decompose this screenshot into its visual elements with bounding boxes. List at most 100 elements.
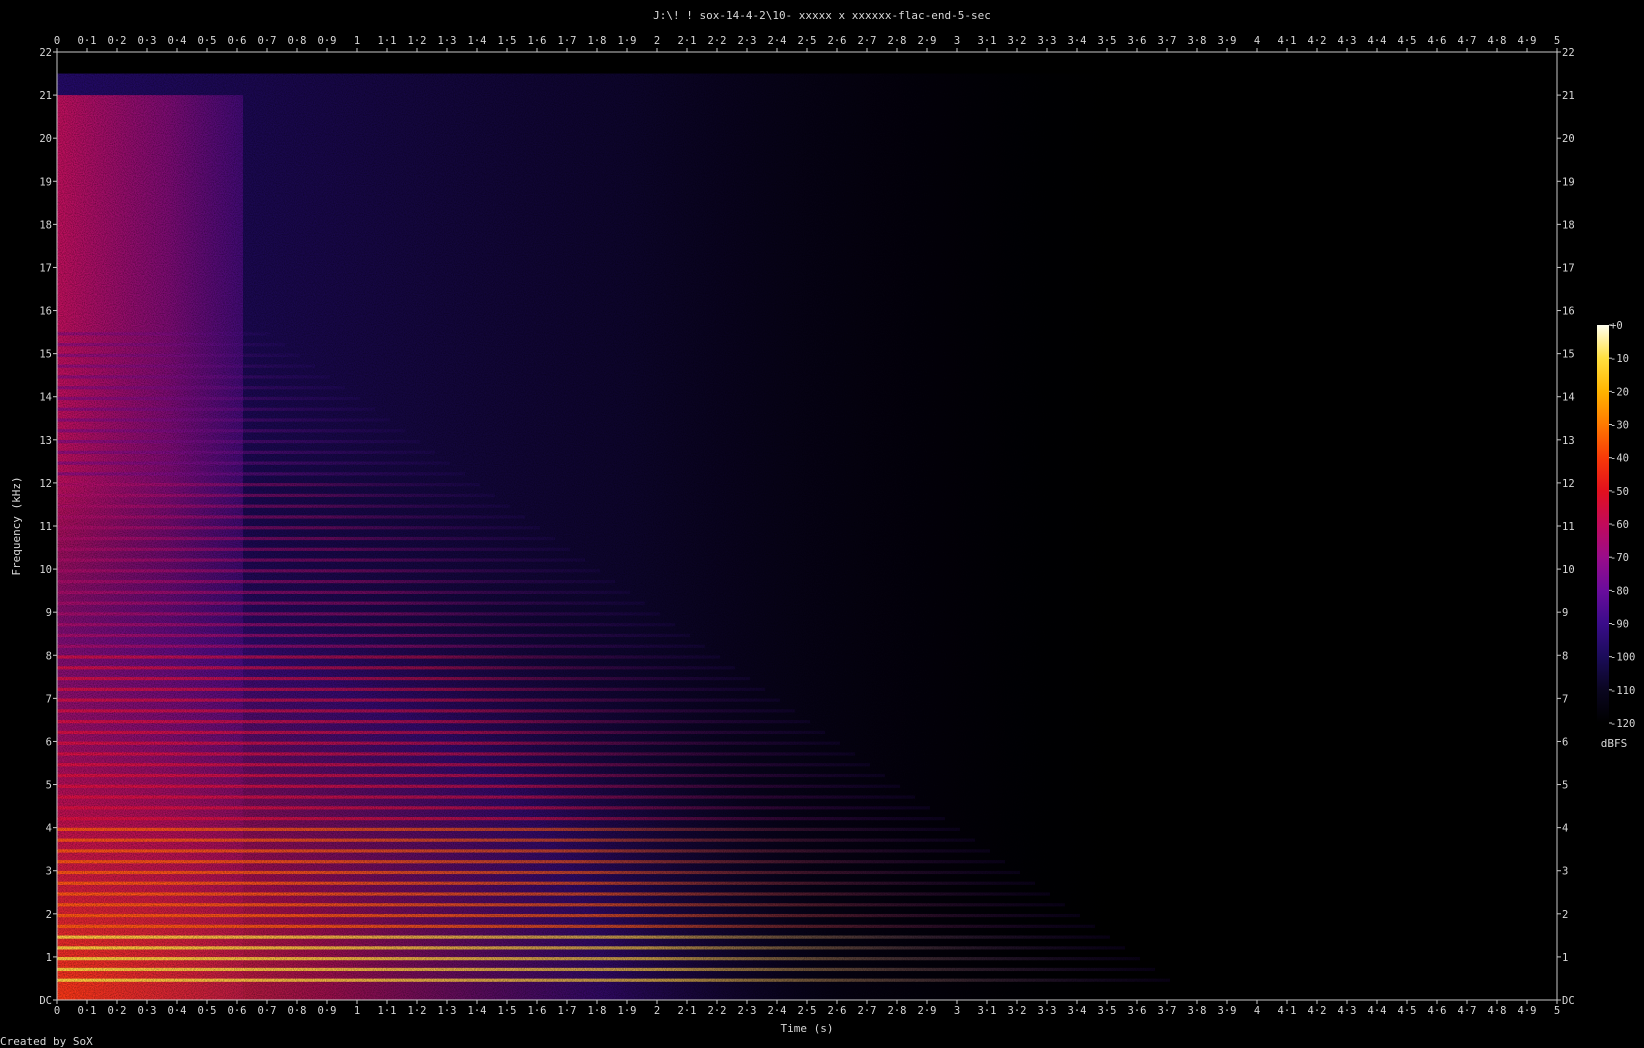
x-tick-label-top: 4·6 [1428, 35, 1447, 47]
x-tick-label-bottom: 1·8 [588, 1005, 607, 1017]
y-tick-label-left: 20 [39, 133, 52, 145]
x-tick-label-top: 0·6 [228, 35, 247, 47]
colorbar-tick-label: -60 [1610, 519, 1629, 531]
x-tick-label-top: 1·4 [468, 35, 487, 47]
x-tick-label-bottom: 4·8 [1488, 1005, 1507, 1017]
x-tick-label-top: 0 [54, 35, 60, 47]
x-tick-label-bottom: 4·2 [1308, 1005, 1327, 1017]
y-tick-label-right: 21 [1562, 90, 1575, 102]
x-tick-label-top: 3·2 [1008, 35, 1027, 47]
x-tick-label-top: 1·3 [438, 35, 457, 47]
x-tick-label-top: 4·7 [1458, 35, 1477, 47]
y-tick-label-left: 4 [46, 823, 52, 835]
colorbar-tick-label: -100 [1610, 652, 1635, 664]
x-tick-label-top: 3·3 [1038, 35, 1057, 47]
x-tick-label-top: 3·1 [978, 35, 997, 47]
x-tick-label-top: 3·8 [1188, 35, 1207, 47]
colorbar-tick-label: -80 [1610, 585, 1629, 597]
x-tick-label-top: 4·9 [1518, 35, 1537, 47]
x-tick-label-bottom: 2·9 [918, 1005, 937, 1017]
x-tick-label-bottom: 1·7 [558, 1005, 577, 1017]
x-tick-label-top: 2·3 [738, 35, 757, 47]
x-tick-label-top: 3·5 [1098, 35, 1117, 47]
y-tick-label-right: 9 [1562, 607, 1568, 619]
x-tick-label-bottom: 3·9 [1218, 1005, 1237, 1017]
x-tick-label-bottom: 4·1 [1278, 1005, 1297, 1017]
y-tick-label-left: 15 [39, 349, 52, 361]
x-tick-label-top: 4·8 [1488, 35, 1507, 47]
y-tick-label-left: 7 [46, 693, 52, 705]
y-tick-label-right: 14 [1562, 392, 1575, 404]
y-tick-label-right: 7 [1562, 693, 1568, 705]
y-tick-label-left: 19 [39, 176, 52, 188]
x-tick-label-top: 3·7 [1158, 35, 1177, 47]
x-tick-label-top: 4·2 [1308, 35, 1327, 47]
x-tick-label-top: 0·8 [288, 35, 307, 47]
x-tick-label-bottom: 2·4 [768, 1005, 787, 1017]
y-tick-label-left: 22 [39, 47, 52, 59]
x-tick-label-top: 2·9 [918, 35, 937, 47]
y-tick-label-right: 15 [1562, 349, 1575, 361]
y-tick-label-left: 2 [46, 909, 52, 921]
x-tick-label-top: 2 [654, 35, 660, 47]
x-tick-label-bottom: 0·2 [108, 1005, 127, 1017]
x-tick-label-top: 3·4 [1068, 35, 1087, 47]
x-tick-label-bottom: 4·6 [1428, 1005, 1447, 1017]
y-tick-label-right: 19 [1562, 176, 1575, 188]
y-tick-label-right: 1 [1562, 952, 1568, 964]
x-tick-label-bottom: 3·2 [1008, 1005, 1027, 1017]
colorbar-tick-label: -70 [1610, 552, 1629, 564]
x-tick-label-bottom: 2·3 [738, 1005, 757, 1017]
x-tick-label-bottom: 0·3 [138, 1005, 157, 1017]
x-tick-label-bottom: 0·8 [288, 1005, 307, 1017]
y-axis-label: Frequency (kHz) [10, 476, 23, 575]
x-tick-label-bottom: 0·9 [318, 1005, 337, 1017]
x-tick-label-bottom: 3·4 [1068, 1005, 1087, 1017]
y-tick-label-left: 16 [39, 306, 52, 318]
x-tick-label-bottom: 1·9 [618, 1005, 637, 1017]
x-tick-label-bottom: 3·8 [1188, 1005, 1207, 1017]
x-tick-label-top: 4·3 [1338, 35, 1357, 47]
colorbar-label: dBFS [1601, 737, 1628, 750]
colorbar-tick-label: -110 [1610, 685, 1635, 697]
x-tick-label-bottom: 1·1 [378, 1005, 397, 1017]
y-tick-label-right: 18 [1562, 219, 1575, 231]
colorbar-tick-label: -10 [1610, 353, 1629, 365]
x-tick-label-bottom: 3·3 [1038, 1005, 1057, 1017]
x-tick-label-bottom: 2·1 [678, 1005, 697, 1017]
x-tick-label-top: 3·6 [1128, 35, 1147, 47]
x-tick-label-top: 2·2 [708, 35, 727, 47]
x-tick-label-bottom: 0·1 [78, 1005, 97, 1017]
y-tick-label-right: 3 [1562, 866, 1568, 878]
x-tick-label-top: 1 [354, 35, 360, 47]
x-tick-label-top: 1·8 [588, 35, 607, 47]
x-tick-label-top: 0·3 [138, 35, 157, 47]
colorbar-tick-label: -120 [1610, 718, 1635, 730]
y-tick-label-left: 5 [46, 780, 52, 792]
x-tick-label-bottom: 4 [1254, 1005, 1260, 1017]
x-tick-label-bottom: 1·4 [468, 1005, 487, 1017]
x-tick-label-top: 0·9 [318, 35, 337, 47]
x-tick-label-top: 1·2 [408, 35, 427, 47]
x-tick-label-bottom: 2·2 [708, 1005, 727, 1017]
x-tick-label-bottom: 3·6 [1128, 1005, 1147, 1017]
x-tick-label-bottom: 2·8 [888, 1005, 907, 1017]
y-tick-label-right: 13 [1562, 435, 1575, 447]
x-tick-label-bottom: 1 [354, 1005, 360, 1017]
x-tick-label-bottom: 2 [654, 1005, 660, 1017]
colorbar: +0 -10 -20 -30 -40 -50 -60 -70 -80 -90 -100 -110 -12… [1597, 320, 1635, 750]
x-tick-label-top: 1·7 [558, 35, 577, 47]
x-tick-label-top: 2·8 [888, 35, 907, 47]
x-tick-label-bottom: 0·5 [198, 1005, 217, 1017]
colorbar-tick-label: -90 [1610, 619, 1629, 631]
y-tick-label-right: DC [1562, 995, 1575, 1007]
y-tick-label-left: 13 [39, 435, 52, 447]
x-tick-label-top: 5 [1554, 35, 1560, 47]
x-tick-label-top: 4·1 [1278, 35, 1297, 47]
x-tick-label-bottom: 0 [54, 1005, 60, 1017]
x-tick-label-bottom: 2·5 [798, 1005, 817, 1017]
y-tick-label-left: 17 [39, 262, 52, 274]
colorbar-gradient [1597, 325, 1609, 723]
x-tick-label-bottom: 3·5 [1098, 1005, 1117, 1017]
y-tick-label-left: 12 [39, 478, 52, 490]
